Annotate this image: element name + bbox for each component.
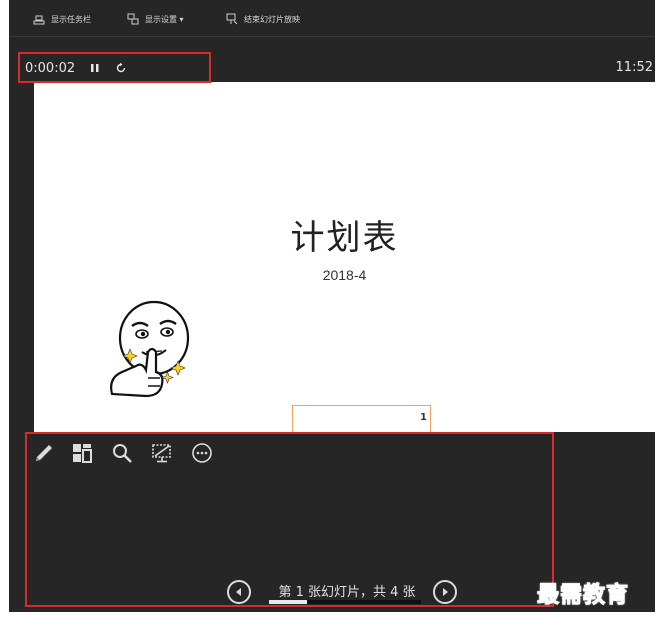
zoom-icon — [113, 444, 132, 463]
end-slideshow-icon — [226, 13, 238, 25]
slide-progress-fill — [269, 600, 307, 604]
display-settings-button[interactable]: 显示设置 ▾ — [127, 10, 184, 28]
black-screen-button[interactable] — [149, 440, 175, 466]
end-slideshow-label: 结束幻灯片放映 — [244, 14, 300, 24]
pen-icon — [36, 445, 52, 461]
next-slide-button[interactable] — [433, 580, 457, 604]
display-settings-icon — [127, 13, 139, 25]
current-time: 11:52 — [615, 60, 653, 75]
zoom-button[interactable] — [109, 440, 135, 466]
watermark-logo: 最需教育 — [536, 582, 630, 609]
slide-navigation: 第 1 张幻灯片，共 4 张 — [227, 577, 463, 611]
pen-tool-button[interactable] — [31, 440, 57, 466]
slide-subtitle: 2018-4 — [322, 267, 367, 283]
slide-title: 计划表 — [290, 218, 399, 258]
pause-timer-button[interactable] — [89, 62, 101, 74]
previous-slide-button[interactable] — [227, 580, 251, 604]
triangle-right-icon — [443, 588, 448, 596]
slide-progress-bar — [269, 600, 421, 604]
show-taskbar-button[interactable]: 显示任务栏 — [33, 10, 91, 28]
slide-number: 1 — [420, 412, 427, 423]
black-screen-icon — [152, 444, 171, 463]
more-options-button[interactable] — [189, 440, 215, 466]
taskbar-icon — [33, 13, 45, 25]
end-slideshow-button[interactable]: 结束幻灯片放映 — [226, 10, 300, 28]
presenter-view: 显示任务栏 显示设置 ▾ 结束幻灯片放映 0:00:02 11:52 计划表 2… — [9, 0, 655, 612]
slide-number-box: 1 — [292, 405, 431, 432]
see-all-slides-button[interactable] — [69, 440, 95, 466]
triangle-left-icon — [236, 588, 241, 596]
thumbs-up-face-image — [110, 300, 190, 398]
see-all-slides-icon — [73, 444, 92, 463]
restart-icon — [116, 62, 126, 73]
display-settings-label: 显示设置 ▾ — [145, 14, 184, 24]
current-slide[interactable]: 计划表 2018-4 1 — [34, 82, 655, 432]
pause-icon — [91, 64, 99, 72]
elapsed-time: 0:00:02 — [25, 60, 76, 76]
more-options-icon — [192, 443, 212, 463]
show-taskbar-label: 显示任务栏 — [51, 14, 91, 24]
restart-timer-button[interactable] — [115, 62, 127, 74]
timer: 0:00:02 — [25, 54, 127, 82]
slide-counter: 第 1 张幻灯片，共 4 张 — [278, 585, 416, 600]
presenter-toolbar: 显示任务栏 显示设置 ▾ 结束幻灯片放映 — [9, 0, 655, 37]
